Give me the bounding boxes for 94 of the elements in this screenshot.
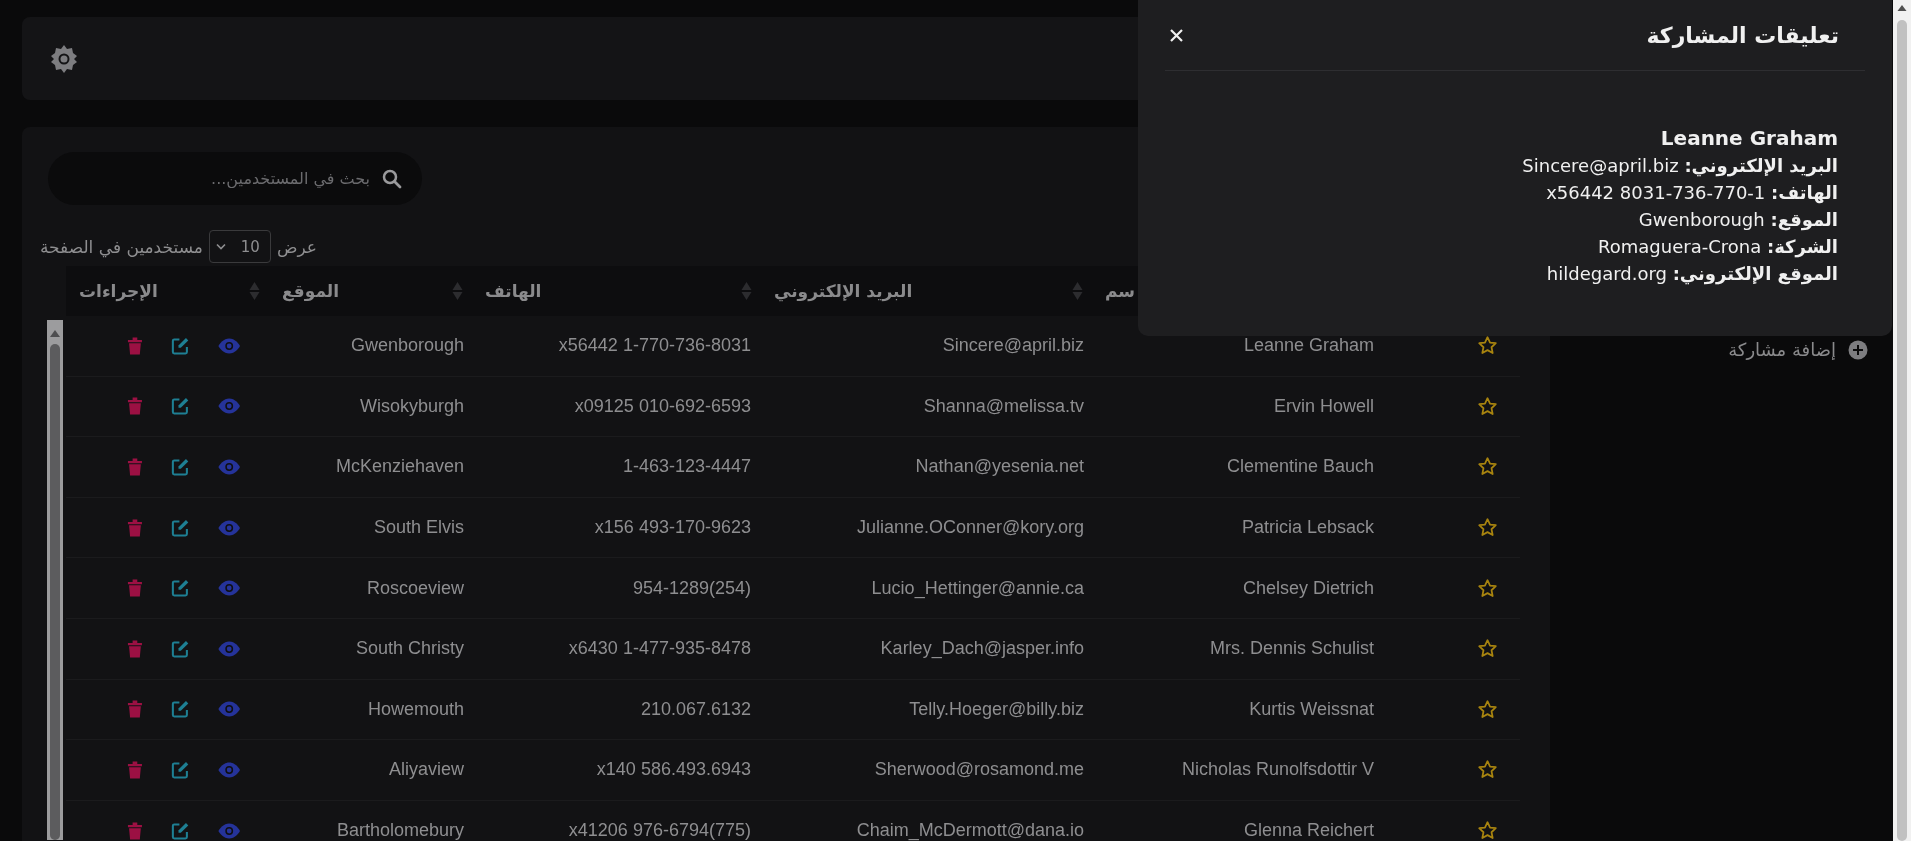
table-cell-text: (775)976-6794 x41206 <box>567 820 752 841</box>
table-cell-text: Sherwood@rosamond.me <box>873 759 1085 781</box>
table-cell-text: Lucio_Hettinger@annie.ca <box>870 577 1085 599</box>
eye-icon[interactable] <box>217 458 240 476</box>
page-size-label: عرض <box>276 236 317 257</box>
star-icon[interactable] <box>1477 759 1498 781</box>
star-icon[interactable] <box>1477 456 1498 478</box>
eye-icon[interactable] <box>217 397 240 416</box>
column-header[interactable]: سم <box>1105 281 1136 301</box>
trash-icon[interactable] <box>127 335 143 356</box>
trash-icon[interactable] <box>127 396 143 417</box>
scrollbar-drawing[interactable] <box>47 320 63 840</box>
table-cell-text: Gwenborough <box>349 335 465 357</box>
star-icon[interactable] <box>1477 820 1498 841</box>
table-cell-text: Telly.Hoeger@billy.biz <box>908 698 1085 720</box>
table-cell-text: Nicholas Runolfsdottir V <box>1180 759 1375 781</box>
edit-icon[interactable] <box>170 335 190 356</box>
user-name: Leanne Graham <box>1660 126 1838 150</box>
table-cell-text: McKenziehaven <box>334 456 465 478</box>
search-field[interactable]: بحث في المستخدمين... <box>48 152 422 205</box>
table-cell-text: 1-463-123-4447 <box>621 456 752 478</box>
sort-icon[interactable] <box>741 281 752 301</box>
table-cell-text: Nathan@yesenia.net <box>914 456 1085 478</box>
edit-icon[interactable] <box>170 820 190 841</box>
table-cell-text: (254)954-1289 <box>631 577 752 599</box>
edit-icon[interactable] <box>170 699 190 720</box>
edit-icon[interactable] <box>170 578 190 599</box>
star-icon[interactable] <box>1477 395 1498 417</box>
table-cell-text: Howemouth <box>366 698 465 720</box>
eye-icon[interactable] <box>217 336 240 355</box>
table-cell-text: 1-770-736-8031 x56442 <box>557 335 752 357</box>
table-cell-text: 586.493.6943 x140 <box>595 759 752 781</box>
column-header[interactable]: البريد الإلكتروني <box>774 281 913 301</box>
star-icon[interactable] <box>1477 638 1498 660</box>
table-cell-text: Chaim_McDermott@dana.io <box>855 820 1085 841</box>
table-cell-text: Bartholomebury <box>335 820 465 841</box>
table-cell-text: Clementine Bauch <box>1225 456 1375 478</box>
eye-icon[interactable] <box>217 518 240 537</box>
eye-icon[interactable] <box>217 639 240 658</box>
star-icon[interactable] <box>1477 698 1498 720</box>
plus-circle-icon <box>1848 339 1868 360</box>
column-header[interactable]: الموقع <box>282 281 339 301</box>
table-cell-text: 493-170-9623 x156 <box>593 517 752 539</box>
table-cell-text: Shanna@melissa.tv <box>922 395 1085 417</box>
table-cell-text: Mrs. Dennis Schulist <box>1208 638 1375 660</box>
trash-icon[interactable] <box>127 820 143 841</box>
trash-icon[interactable] <box>127 517 143 538</box>
modal-title: تعليقات المشاركة <box>1646 22 1839 48</box>
table-cell-text: Leanne Graham <box>1242 335 1375 357</box>
trash-icon[interactable] <box>127 457 143 477</box>
table-cell-text: 210.067.6132 <box>639 698 752 720</box>
sort-icon[interactable] <box>1072 281 1083 301</box>
edit-icon[interactable] <box>170 457 190 477</box>
edit-icon[interactable] <box>170 517 190 538</box>
table-cell-text: Ervin Howell <box>1272 395 1375 417</box>
settings-icon[interactable] <box>49 43 79 74</box>
table-cell-text: Kurtis Weissnat <box>1248 698 1375 720</box>
star-icon[interactable] <box>1477 577 1498 599</box>
page-size-select[interactable]: 10 <box>208 230 271 263</box>
search-icon <box>382 168 402 189</box>
search-input[interactable]: بحث في المستخدمين... <box>64 168 372 189</box>
edit-icon[interactable] <box>170 396 190 417</box>
trash-icon[interactable] <box>127 699 143 720</box>
edit-icon[interactable] <box>170 759 190 780</box>
trash-icon[interactable] <box>127 578 143 599</box>
eye-icon[interactable] <box>217 821 240 840</box>
table-cell-text: South Christy <box>354 638 465 660</box>
table-cell-text: Wisokyburgh <box>358 395 465 417</box>
star-icon[interactable] <box>1477 335 1498 357</box>
page-size-label: مستخدمين في الصفحة <box>40 236 203 257</box>
table-cell-text: Chelsey Dietrich <box>1241 577 1375 599</box>
table-cell-text: Julianne.OConner@kory.org <box>855 517 1085 539</box>
table-cell-text: Glenna Reichert <box>1242 820 1375 841</box>
table-cell-text: 1-477-935-8478 x6430 <box>567 638 752 660</box>
column-header: الإجراءات <box>79 281 158 301</box>
trash-icon[interactable] <box>127 759 143 780</box>
table-cell-text: Sincere@april.biz <box>941 335 1085 357</box>
chevron-down-icon <box>215 243 226 250</box>
add-post-button[interactable]: إضافة مشاركة <box>1728 339 1868 360</box>
eye-icon[interactable] <box>217 700 240 719</box>
trash-icon[interactable] <box>127 638 143 659</box>
edit-icon[interactable] <box>170 638 190 659</box>
table-cell-text: Patricia Lebsack <box>1240 517 1375 539</box>
star-icon[interactable] <box>1477 517 1498 539</box>
table-cell-text: Roscoeview <box>365 577 465 599</box>
sort-icon[interactable] <box>249 281 260 301</box>
eye-icon[interactable] <box>217 579 240 598</box>
table-cell-text: South Elvis <box>372 517 465 539</box>
column-header[interactable]: الهاتف <box>485 281 542 301</box>
table-cell-text: Karley_Dach@jasper.info <box>879 638 1085 660</box>
eye-icon[interactable] <box>217 760 240 779</box>
sort-icon[interactable] <box>452 281 463 301</box>
table-cell-text: Aliyaview <box>387 759 465 781</box>
table-cell-text: 010-692-6593 x09125 <box>573 395 752 417</box>
